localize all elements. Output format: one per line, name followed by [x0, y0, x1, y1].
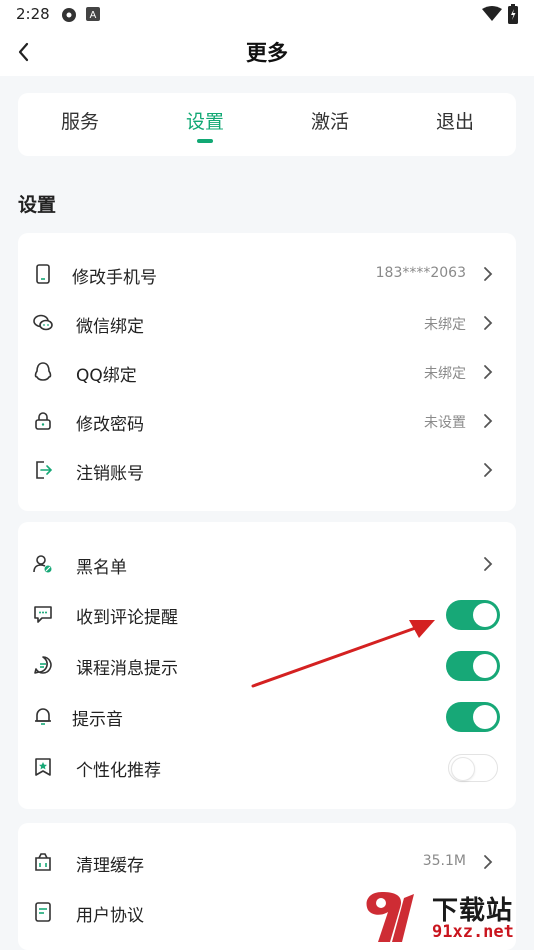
row-label: 修改手机号: [72, 268, 157, 288]
row-sound: 提示音: [18, 695, 516, 737]
row-value: 35.1M: [422, 853, 466, 869]
wechat-icon: [33, 314, 53, 331]
row-comment-reminder: 收到评论提醒: [18, 593, 516, 635]
watermark-logo: 下载站 91xz.net: [360, 888, 534, 950]
row-course-message: 课程消息提示: [18, 644, 516, 686]
watermark-bottom-text: 91xz.net: [432, 922, 514, 942]
bell-icon: [35, 708, 51, 725]
toggle-knob: [473, 705, 497, 729]
watermark-91-icon: [366, 892, 414, 942]
course-message-toggle[interactable]: [446, 651, 500, 681]
chevron-right-icon: [484, 855, 493, 869]
phone-icon: [36, 264, 50, 284]
chevron-right-icon: [484, 557, 493, 571]
notification-a-icon: A: [86, 7, 100, 21]
row-value: 未绑定: [424, 366, 466, 382]
personalized-recommend-toggle[interactable]: [448, 754, 498, 782]
toggle-knob: [451, 756, 475, 781]
comment-icon: [34, 606, 52, 623]
row-value: 未设置: [424, 415, 466, 431]
toggle-knob: [473, 603, 497, 627]
blocked-user-icon: [33, 555, 52, 573]
row-clear-cache[interactable]: 清理缓存 35.1M: [18, 841, 516, 883]
chevron-right-icon: [484, 267, 493, 281]
lock-icon: [35, 412, 51, 430]
row-label: 黑名单: [76, 558, 127, 578]
svg-text:A: A: [90, 10, 97, 21]
row-blacklist[interactable]: 黑名单: [18, 543, 516, 585]
chevron-right-icon: [484, 365, 493, 379]
tab-service[interactable]: 服务: [35, 107, 125, 147]
sound-toggle[interactable]: [446, 702, 500, 732]
tab-settings[interactable]: 设置: [160, 107, 250, 147]
battery-icon: [508, 4, 518, 24]
row-label: 修改密码: [76, 415, 144, 435]
recommend-icon: [35, 758, 51, 776]
row-personalized-recommend: 个性化推荐: [18, 746, 516, 788]
chevron-right-icon: [484, 316, 493, 330]
document-icon: [35, 902, 51, 922]
chevron-right-icon: [484, 414, 493, 428]
toggle-knob: [473, 654, 497, 678]
row-label: 清理缓存: [76, 856, 144, 876]
row-change-phone[interactable]: 修改手机号 183****2063: [18, 253, 516, 295]
chevron-right-icon: [484, 463, 493, 477]
row-label: 提示音: [72, 710, 123, 730]
notification-settings-card: 黑名单 收到评论提醒 课程消息提示 提示音 个性化推荐: [18, 522, 516, 809]
row-label: QQ绑定: [76, 366, 137, 386]
clear-cache-icon: [35, 853, 51, 871]
active-tab-indicator: [197, 139, 213, 143]
status-time: 2:28: [16, 5, 50, 23]
message-icon: [34, 656, 52, 674]
row-label: 用户协议: [76, 906, 144, 926]
status-bar: 2:28 A: [0, 0, 534, 30]
comment-reminder-toggle[interactable]: [446, 600, 500, 630]
row-label: 个性化推荐: [76, 761, 161, 781]
tab-logout[interactable]: 退出: [410, 107, 500, 147]
row-value: 183****2063: [375, 265, 466, 281]
qq-icon: [34, 362, 52, 381]
settings-gear-icon: [62, 8, 76, 22]
row-qq-bind[interactable]: QQ绑定 未绑定: [18, 351, 516, 393]
row-delete-account[interactable]: 注销账号: [18, 449, 516, 491]
page-title: 更多: [246, 41, 288, 65]
account-settings-card: 修改手机号 183****2063 微信绑定 未绑定 QQ绑定 未绑定 修改密码…: [18, 233, 516, 511]
row-label: 微信绑定: [76, 317, 144, 337]
row-wechat-bind[interactable]: 微信绑定 未绑定: [18, 302, 516, 344]
row-change-password[interactable]: 修改密码 未设置: [18, 400, 516, 442]
row-value: 未绑定: [424, 317, 466, 333]
tab-activate[interactable]: 激活: [285, 107, 375, 147]
logout-icon: [36, 461, 53, 479]
section-title: 设置: [18, 194, 57, 216]
wifi-icon: [482, 6, 502, 21]
row-label: 收到评论提醒: [76, 608, 178, 628]
row-label: 注销账号: [76, 464, 144, 484]
app-header: 更多: [0, 30, 534, 76]
row-label: 课程消息提示: [76, 659, 178, 679]
tab-bar: 服务 设置 激活 退出: [18, 93, 516, 156]
